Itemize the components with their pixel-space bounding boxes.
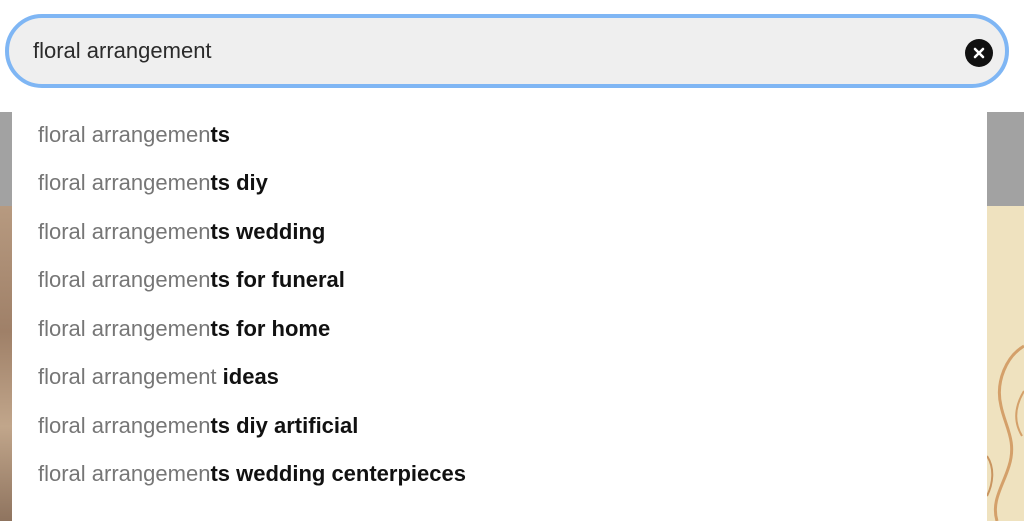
suggestion-completion: ts — [210, 122, 230, 147]
background-pin-image-left — [0, 206, 12, 521]
suggestion-item[interactable]: floral arrangements for funeral — [38, 260, 345, 300]
search-input[interactable] — [33, 18, 933, 84]
suggestion-completion: ts for funeral — [210, 267, 345, 292]
suggestion-item[interactable]: floral arrangements for home — [38, 309, 330, 349]
close-icon — [973, 47, 985, 59]
suggestion-completion: ts for home — [210, 316, 331, 341]
suggestion-item[interactable]: floral arrangements — [38, 115, 230, 155]
suggestion-prefix: floral arrangemen — [38, 316, 211, 341]
background-pin-image-right — [987, 206, 1024, 521]
suggestion-prefix: floral arrangemen — [38, 170, 211, 195]
search-bar[interactable] — [5, 14, 1009, 88]
suggestion-prefix: floral arrangemen — [38, 122, 211, 147]
suggestion-prefix: floral arrangement — [38, 364, 223, 389]
suggestion-prefix: floral arrangemen — [38, 413, 211, 438]
suggestion-completion: ts wedding — [210, 219, 326, 244]
suggestion-completion: ts diy artificial — [210, 413, 359, 438]
clear-search-button[interactable] — [965, 39, 993, 67]
suggestion-completion: ts wedding centerpieces — [210, 461, 466, 486]
suggestion-prefix: floral arrangemen — [38, 461, 211, 486]
suggestion-item[interactable]: floral arrangement ideas — [38, 357, 279, 397]
suggestion-item[interactable]: floral arrangements diy artificial — [38, 406, 358, 446]
suggestion-item[interactable]: floral arrangements diy — [38, 163, 268, 203]
suggestion-item[interactable]: floral arrangements wedding — [38, 212, 325, 252]
suggestion-completion: ts diy — [210, 170, 268, 195]
suggestion-prefix: floral arrangemen — [38, 219, 211, 244]
search-suggestions-dropdown: floral arrangements floral arrangements … — [12, 112, 987, 521]
suggestion-prefix: floral arrangemen — [38, 267, 211, 292]
suggestion-completion: ideas — [222, 364, 279, 389]
suggestion-item[interactable]: floral arrangements wedding centerpieces — [38, 454, 466, 494]
